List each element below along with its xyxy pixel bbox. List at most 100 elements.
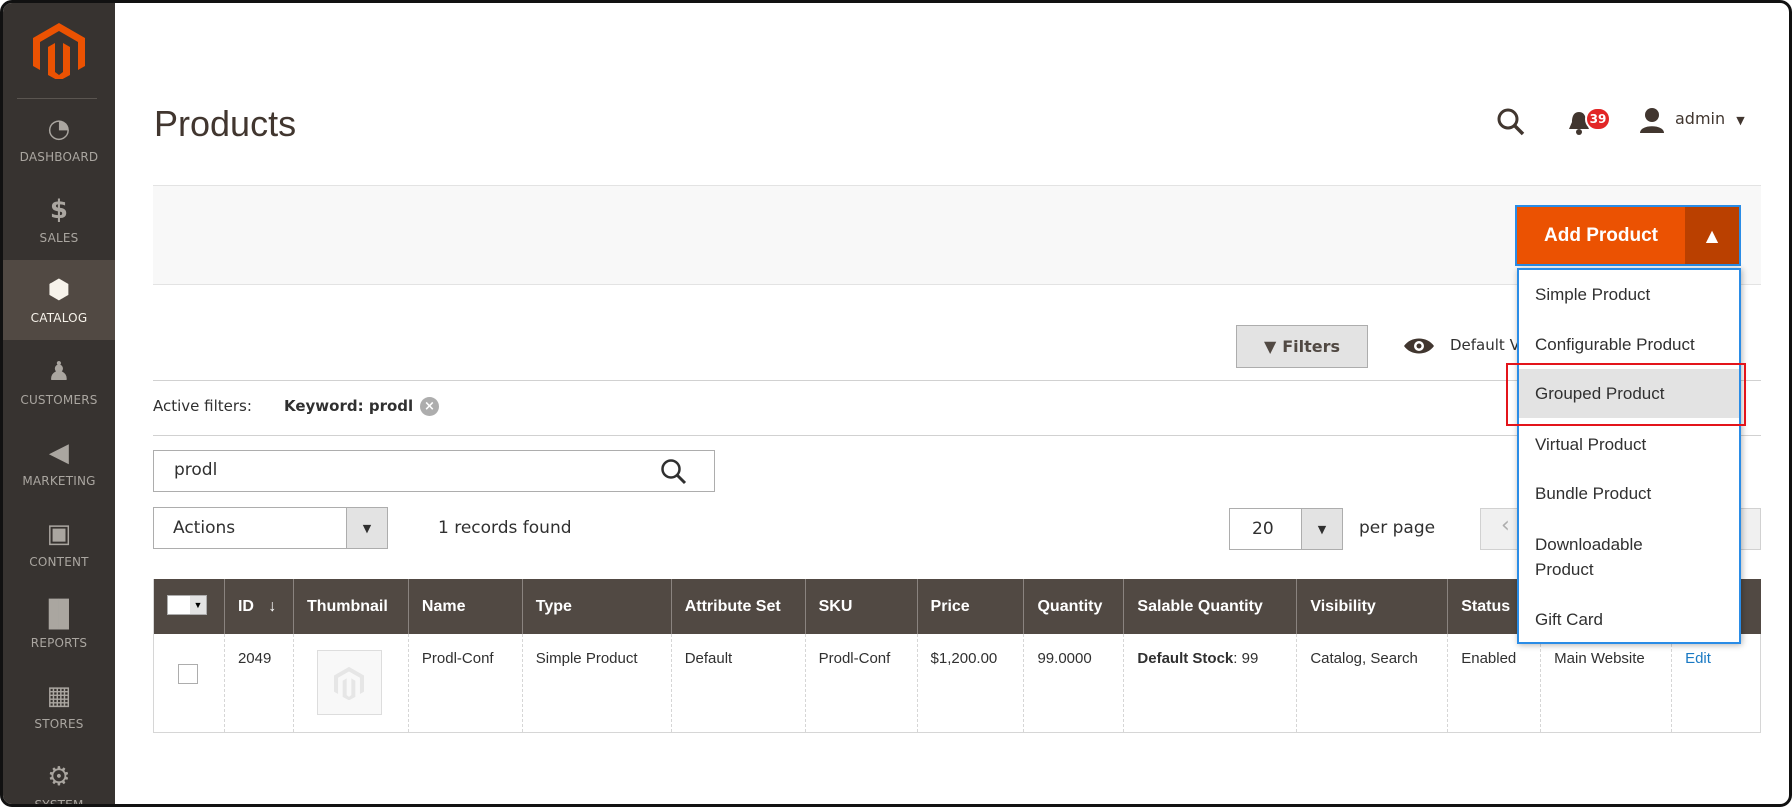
cell-visibility: Catalog, Search bbox=[1296, 634, 1448, 733]
add-product-button[interactable]: Add Product bbox=[1517, 207, 1685, 264]
app-window: ◔ DASHBOARD $ SALES ⬢ CATALOG ♟ CUSTOMERS ◀ M… bbox=[0, 0, 1792, 807]
sidebar-item-catalog[interactable]: ⬢ CATALOG bbox=[3, 260, 115, 340]
product-thumbnail-placeholder[interactable] bbox=[316, 650, 382, 715]
sidebar-label: STORES bbox=[34, 716, 84, 731]
menu-item-virtual-product[interactable]: Virtual Product bbox=[1519, 432, 1739, 457]
person-icon: ♟ bbox=[47, 356, 71, 387]
dashboard-gauge-icon: ◔ bbox=[47, 113, 71, 144]
actions-select[interactable]: Actions ▼ bbox=[153, 507, 388, 549]
column-id[interactable]: ID ↓ bbox=[223, 579, 294, 634]
column-sku[interactable]: SKU bbox=[804, 579, 918, 634]
add-product-split-button: Add Product ▲ bbox=[1515, 205, 1741, 266]
sidebar-label: SALES bbox=[39, 230, 79, 245]
box-icon: ⬢ bbox=[47, 275, 71, 305]
edit-link[interactable]: Edit bbox=[1685, 650, 1711, 667]
page-title: Products bbox=[154, 103, 297, 144]
sidebar-item-stores[interactable]: ▦ STORES bbox=[3, 665, 115, 746]
username: admin bbox=[1675, 109, 1726, 128]
per-page-value: 20 bbox=[1252, 519, 1274, 539]
sidebar-label: DASHBOARD bbox=[19, 149, 99, 164]
sidebar-item-content[interactable]: ▣ CONTENT bbox=[3, 503, 115, 584]
sidebar-item-reports[interactable]: ▐▌ REPORTS bbox=[3, 584, 115, 665]
cell-price: $1,200.00 bbox=[916, 634, 1024, 733]
active-filter-keyword: Keyword: prodl bbox=[284, 397, 414, 415]
cell-type: Simple Product bbox=[521, 634, 672, 733]
admin-user-menu[interactable]: admin ▼ bbox=[1675, 109, 1745, 128]
per-page-select[interactable]: 20 ▼ bbox=[1229, 508, 1343, 550]
sort-arrow-icon: ↓ bbox=[268, 597, 277, 615]
layout-icon: ▣ bbox=[46, 518, 72, 549]
sidebar-label: SYSTEM bbox=[34, 797, 84, 807]
records-found: 1 records found bbox=[438, 518, 572, 538]
previous-page-icon[interactable]: ‹ bbox=[1501, 513, 1510, 538]
sidebar-item-marketing[interactable]: ◀ MARKETING bbox=[3, 422, 115, 503]
sidebar-label: CUSTOMERS bbox=[20, 392, 98, 407]
active-filters-label: Active filters: bbox=[153, 397, 252, 415]
sidebar-item-system[interactable]: ⚙ SYSTEM bbox=[3, 746, 115, 807]
table-row: 2049 Prodl-Conf Simple Product Default P… bbox=[153, 634, 1761, 733]
menu-item-bundle-product[interactable]: Bundle Product bbox=[1519, 481, 1739, 506]
storefront-icon: ▦ bbox=[46, 680, 72, 711]
cell-id: 2049 bbox=[223, 634, 294, 733]
caret-up-icon: ▲ bbox=[1705, 226, 1719, 245]
cell-sku: Prodl-Conf bbox=[804, 634, 918, 733]
cell-attribute-set: Default bbox=[670, 634, 806, 733]
gear-icon: ⚙ bbox=[47, 761, 71, 792]
caret-down-icon: ▼ bbox=[190, 595, 206, 614]
user-icon[interactable] bbox=[1639, 107, 1665, 133]
menu-item-label: Product bbox=[1535, 560, 1594, 579]
add-product-dropdown: Simple Product Configurable Product Grou… bbox=[1517, 268, 1741, 644]
column-type[interactable]: Type bbox=[521, 579, 672, 634]
default-view-selector[interactable]: Default V bbox=[1450, 336, 1520, 354]
column-thumbnail: Thumbnail bbox=[292, 579, 409, 634]
column-visibility[interactable]: Visibility bbox=[1296, 579, 1448, 634]
remove-filter-icon[interactable]: × bbox=[420, 397, 439, 416]
keyword-search-input[interactable]: prodl bbox=[153, 450, 715, 492]
sidebar-item-dashboard[interactable]: ◔ DASHBOARD bbox=[3, 98, 115, 179]
funnel-icon: ▼ bbox=[1263, 337, 1277, 356]
row-select-cell bbox=[153, 634, 225, 733]
magento-logo[interactable] bbox=[33, 23, 85, 79]
search-icon[interactable] bbox=[1496, 107, 1526, 137]
megaphone-icon: ◀ bbox=[48, 437, 70, 468]
stock-name: Default Stock bbox=[1137, 650, 1234, 667]
admin-sidebar: ◔ DASHBOARD $ SALES ⬢ CATALOG ♟ CUSTOMERS ◀ M… bbox=[3, 3, 115, 807]
cell-name: Prodl-Conf bbox=[407, 634, 523, 733]
sidebar-item-customers[interactable]: ♟ CUSTOMERS bbox=[3, 341, 115, 422]
filters-label: Filters bbox=[1282, 337, 1341, 356]
caret-down-icon: ▼ bbox=[1301, 509, 1342, 549]
sidebar-item-sales[interactable]: $ SALES bbox=[3, 179, 115, 260]
column-label: ID bbox=[237, 597, 254, 615]
sidebar-label: CONTENT bbox=[29, 554, 89, 569]
add-product-toggle[interactable]: ▲ bbox=[1685, 207, 1739, 264]
column-price[interactable]: Price bbox=[916, 579, 1024, 634]
cell-websites: Main Website bbox=[1540, 634, 1672, 733]
stock-qty: : 99 bbox=[1233, 650, 1259, 667]
cell-quantity: 99.0000 bbox=[1023, 634, 1124, 733]
magento-placeholder-icon bbox=[334, 666, 365, 700]
column-name[interactable]: Name bbox=[407, 579, 523, 634]
column-salable-quantity: Salable Quantity bbox=[1123, 579, 1297, 634]
eye-icon[interactable] bbox=[1403, 336, 1435, 356]
caret-down-icon: ▼ bbox=[346, 508, 387, 548]
menu-item-downloadable-product[interactable]: Downloadable Product bbox=[1519, 532, 1739, 582]
caret-down-icon: ▼ bbox=[1736, 114, 1745, 127]
row-checkbox[interactable] bbox=[178, 664, 198, 684]
sidebar-label: CATALOG bbox=[30, 311, 88, 325]
mass-select-dropdown[interactable]: ▼ bbox=[167, 594, 207, 615]
notification-count-badge[interactable]: 39 bbox=[1585, 107, 1611, 131]
sidebar-label: REPORTS bbox=[30, 635, 88, 650]
mass-select-header: ▼ bbox=[153, 579, 225, 634]
column-quantity[interactable]: Quantity bbox=[1023, 579, 1124, 634]
column-attribute-set[interactable]: Attribute Set bbox=[670, 579, 806, 634]
highlight-box bbox=[1506, 363, 1746, 426]
search-submit-icon[interactable] bbox=[659, 457, 689, 487]
menu-item-gift-card[interactable]: Gift Card bbox=[1519, 607, 1739, 632]
bar-chart-icon: ▐▌ bbox=[38, 599, 80, 630]
menu-item-configurable-product[interactable]: Configurable Product bbox=[1519, 332, 1739, 357]
actions-label: Actions bbox=[173, 518, 236, 538]
menu-item-simple-product[interactable]: Simple Product bbox=[1519, 282, 1739, 307]
cell-status: Enabled bbox=[1447, 634, 1541, 733]
cell-action: Edit bbox=[1671, 634, 1761, 733]
filters-button[interactable]: ▼ Filters bbox=[1236, 325, 1368, 368]
